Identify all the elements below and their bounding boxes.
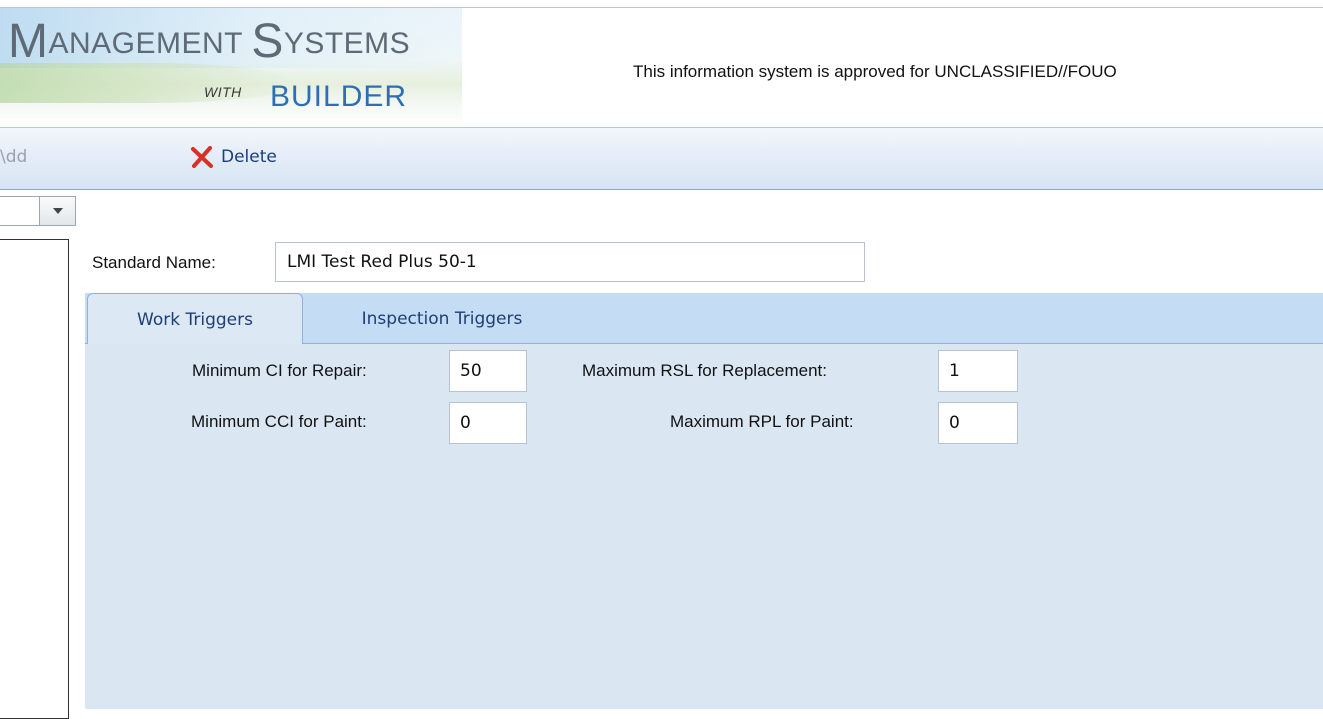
window-top-edge — [0, 0, 1323, 8]
trigger-tabs: Work Triggers Inspection Triggers — [85, 293, 1323, 345]
close-icon — [191, 146, 213, 168]
app-logo: MANAGEMENT SYSTEMS WITH BUILDER — [0, 8, 462, 126]
max-rpl-paint-label: Maximum RPL for Paint: — [670, 412, 854, 431]
app-header: MANAGEMENT SYSTEMS WITH BUILDER This inf… — [0, 8, 1323, 126]
min-ci-repair-input[interactable]: 50 — [449, 350, 527, 392]
tab-inspection-triggers[interactable]: Inspection Triggers — [323, 293, 561, 344]
chevron-down-icon — [52, 208, 63, 214]
max-rsl-replacement-label: Maximum RSL for Replacement: — [582, 361, 828, 380]
toolbar: \dd Delete — [0, 127, 1323, 190]
min-cci-paint-label: Minimum CCI for Paint: — [191, 412, 367, 431]
delete-label: Delete — [221, 147, 277, 167]
delete-button[interactable]: Delete — [189, 144, 277, 170]
min-ci-repair-label: Minimum CI for Repair: — [192, 361, 367, 380]
logo-builder-text: BUILDER — [270, 80, 408, 113]
logo-title: MANAGEMENT SYSTEMS — [8, 15, 411, 68]
classification-banner: This information system is approved for … — [633, 62, 1117, 81]
add-button[interactable]: \dd — [0, 147, 27, 167]
max-rsl-replacement-input[interactable]: 1 — [938, 350, 1018, 392]
logo-with-text: WITH — [204, 84, 242, 100]
standard-name-label: Standard Name: — [92, 253, 216, 272]
min-cci-paint-input[interactable]: 0 — [449, 402, 527, 444]
standards-list[interactable] — [0, 239, 69, 719]
standard-selector-dropdown-button[interactable] — [39, 196, 76, 226]
work-triggers-panel: Minimum CI for Repair: 50 Maximum RSL fo… — [85, 344, 1323, 709]
standard-name-input[interactable]: LMI Test Red Plus 50-1 — [275, 242, 865, 282]
max-rpl-paint-input[interactable]: 0 — [938, 402, 1018, 444]
tab-work-triggers[interactable]: Work Triggers — [87, 293, 303, 345]
